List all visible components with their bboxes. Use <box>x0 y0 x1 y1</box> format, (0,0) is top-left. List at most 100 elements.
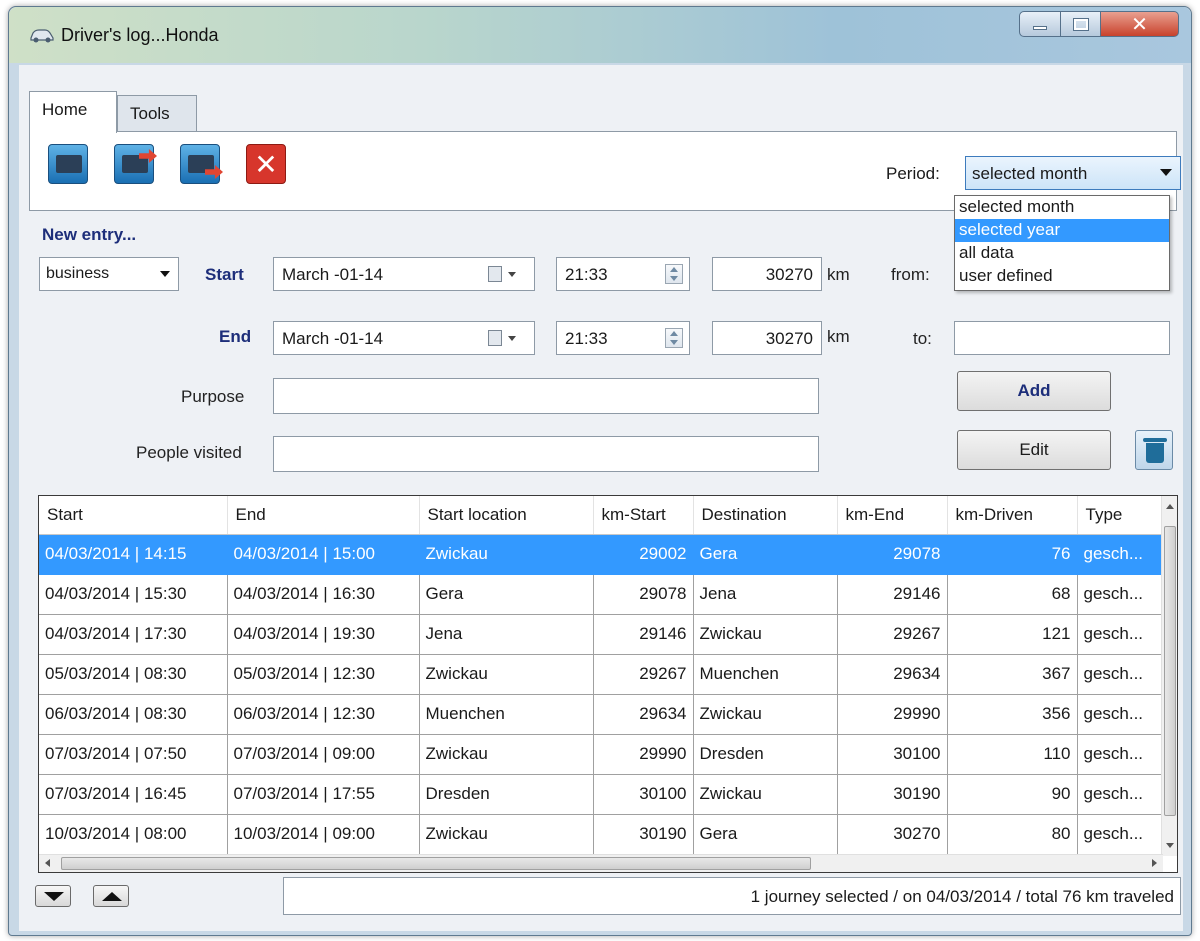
new-entry-heading: New entry... <box>42 225 137 244</box>
end-km-field[interactable]: 30270 <box>712 321 822 355</box>
column-header[interactable]: Type <box>1077 496 1164 535</box>
scroll-left-icon[interactable] <box>45 859 50 867</box>
table-cell: gesch... <box>1077 774 1164 815</box>
table-cell: Zwickau <box>419 534 594 575</box>
add-button[interactable]: Add <box>957 371 1111 411</box>
table-cell: 76 <box>947 534 1078 575</box>
column-header[interactable]: End <box>227 496 420 535</box>
period-selected-value: selected month <box>972 164 1088 183</box>
close-window-button[interactable]: ✕ <box>1101 11 1179 37</box>
maximize-icon <box>1072 17 1089 31</box>
table-cell: 06/03/2014 | 08:30 <box>39 694 228 735</box>
period-option[interactable]: selected year <box>955 219 1169 242</box>
period-option[interactable]: selected month <box>955 196 1169 219</box>
save-button[interactable] <box>180 144 223 184</box>
title-bar[interactable]: Driver's log...Honda ✕ <box>9 7 1191 63</box>
table-cell: 04/03/2014 | 14:15 <box>39 534 228 575</box>
scroll-right-icon[interactable] <box>1152 859 1157 867</box>
table-cell: 30100 <box>837 734 948 775</box>
scroll-thumb[interactable] <box>1164 526 1176 816</box>
end-date-picker[interactable]: March -01-14 <box>273 321 535 355</box>
journeys-table: Start End Start location km-Start Destinatio… <box>38 495 1178 873</box>
maximize-button[interactable] <box>1061 11 1101 37</box>
period-option[interactable]: user defined <box>955 265 1169 288</box>
table-row[interactable]: 04/03/2014 | 14:15 04/03/2014 | 15:00 Zwic… <box>39 534 1164 575</box>
end-date-value: March -01-14 <box>282 329 384 348</box>
table-cell: 04/03/2014 | 19:30 <box>227 614 420 655</box>
column-header[interactable]: Destination <box>693 496 838 535</box>
people-visited-input[interactable] <box>273 436 819 472</box>
table-cell: 30190 <box>593 814 694 855</box>
app-window: Driver's log...Honda ✕ Home Tools ✕ Peri… <box>8 6 1192 936</box>
table-cell: Zwickau <box>419 814 594 855</box>
table-cell: Zwickau <box>693 614 838 655</box>
purpose-label: Purpose <box>181 387 245 406</box>
scroll-thumb[interactable] <box>61 857 811 870</box>
table-cell: 10/03/2014 | 09:00 <box>227 814 420 855</box>
period-select[interactable]: selected month <box>965 156 1181 190</box>
column-header[interactable]: km-Driven <box>947 496 1078 535</box>
scroll-up-icon[interactable] <box>1166 504 1174 509</box>
tab-tools[interactable]: Tools <box>117 95 197 131</box>
period-dropdown-list: selected month selected year all data us… <box>954 195 1170 291</box>
table-row[interactable]: 04/03/2014 | 15:30 04/03/2014 | 16:30 Gera… <box>39 574 1164 615</box>
trash-icon <box>1143 438 1167 442</box>
export-button[interactable] <box>114 144 157 184</box>
table-cell: 30270 <box>837 814 948 855</box>
table-cell: 367 <box>947 654 1078 695</box>
move-up-button[interactable] <box>93 885 129 907</box>
table-cell: 80 <box>947 814 1078 855</box>
start-km-field[interactable]: 30270 <box>712 257 822 291</box>
table-row[interactable]: 04/03/2014 | 17:30 04/03/2014 | 19:30 Jena… <box>39 614 1164 655</box>
close-icon: ✕ <box>254 148 278 180</box>
vertical-scrollbar[interactable] <box>1161 496 1177 856</box>
purpose-input[interactable] <box>273 378 819 414</box>
to-location-field[interactable] <box>954 321 1170 355</box>
table-cell: 29990 <box>593 734 694 775</box>
table-cell: Jena <box>419 614 594 655</box>
table-row[interactable]: 05/03/2014 | 08:30 05/03/2014 | 12:30 Zwic… <box>39 654 1164 695</box>
table-cell: 29078 <box>593 574 694 615</box>
trip-type-select[interactable]: business <box>39 257 179 291</box>
table-cell: 07/03/2014 | 07:50 <box>39 734 228 775</box>
period-label: Period: <box>886 164 940 183</box>
car-icon <box>30 29 54 43</box>
close-log-button[interactable]: ✕ <box>246 144 286 184</box>
horizontal-scrollbar[interactable] <box>39 854 1163 872</box>
spinner-icon[interactable] <box>665 264 683 284</box>
table-row[interactable]: 07/03/2014 | 07:50 07/03/2014 | 09:00 Zwic… <box>39 734 1164 775</box>
delete-button[interactable] <box>1135 430 1173 470</box>
client-area: Home Tools ✕ Period: selected month sele… <box>19 65 1183 931</box>
column-header[interactable]: Start <box>39 496 228 535</box>
spinner-icon[interactable] <box>665 328 683 348</box>
tab-home[interactable]: Home <box>29 91 117 133</box>
column-header[interactable]: km-Start <box>593 496 694 535</box>
minimize-button[interactable] <box>1019 11 1061 37</box>
scroll-down-icon[interactable] <box>1166 843 1174 848</box>
table-row[interactable]: 10/03/2014 | 08:00 10/03/2014 | 09:00 Zwic… <box>39 814 1164 855</box>
table-cell: Gera <box>419 574 594 615</box>
end-time-field[interactable]: 21:33 <box>556 321 690 355</box>
start-date-picker[interactable]: March -01-14 <box>273 257 535 291</box>
table-cell: gesch... <box>1077 534 1164 575</box>
start-km-unit: km <box>827 265 850 284</box>
column-header[interactable]: Start location <box>419 496 594 535</box>
start-time-field[interactable]: 21:33 <box>556 257 690 291</box>
table-cell: 04/03/2014 | 15:00 <box>227 534 420 575</box>
status-text: 1 journey selected / on 04/03/2014 / tot… <box>750 887 1174 906</box>
chevron-down-icon <box>1160 169 1172 176</box>
move-down-button[interactable] <box>35 885 71 907</box>
table-row[interactable]: 06/03/2014 | 08:30 06/03/2014 | 12:30 Muen… <box>39 694 1164 735</box>
table-cell: Zwickau <box>419 734 594 775</box>
table-cell: Dresden <box>693 734 838 775</box>
table-cell: 29267 <box>837 614 948 655</box>
print-button[interactable] <box>48 144 88 184</box>
table-row[interactable]: 07/03/2014 | 16:45 07/03/2014 | 17:55 Dres… <box>39 774 1164 815</box>
edit-button[interactable]: Edit <box>957 430 1111 470</box>
table-cell: 29078 <box>837 534 948 575</box>
table-cell: 29146 <box>837 574 948 615</box>
table-cell: 30100 <box>593 774 694 815</box>
start-km-value: 30270 <box>765 265 813 284</box>
column-header[interactable]: km-End <box>837 496 948 535</box>
period-option[interactable]: all data <box>955 242 1169 265</box>
